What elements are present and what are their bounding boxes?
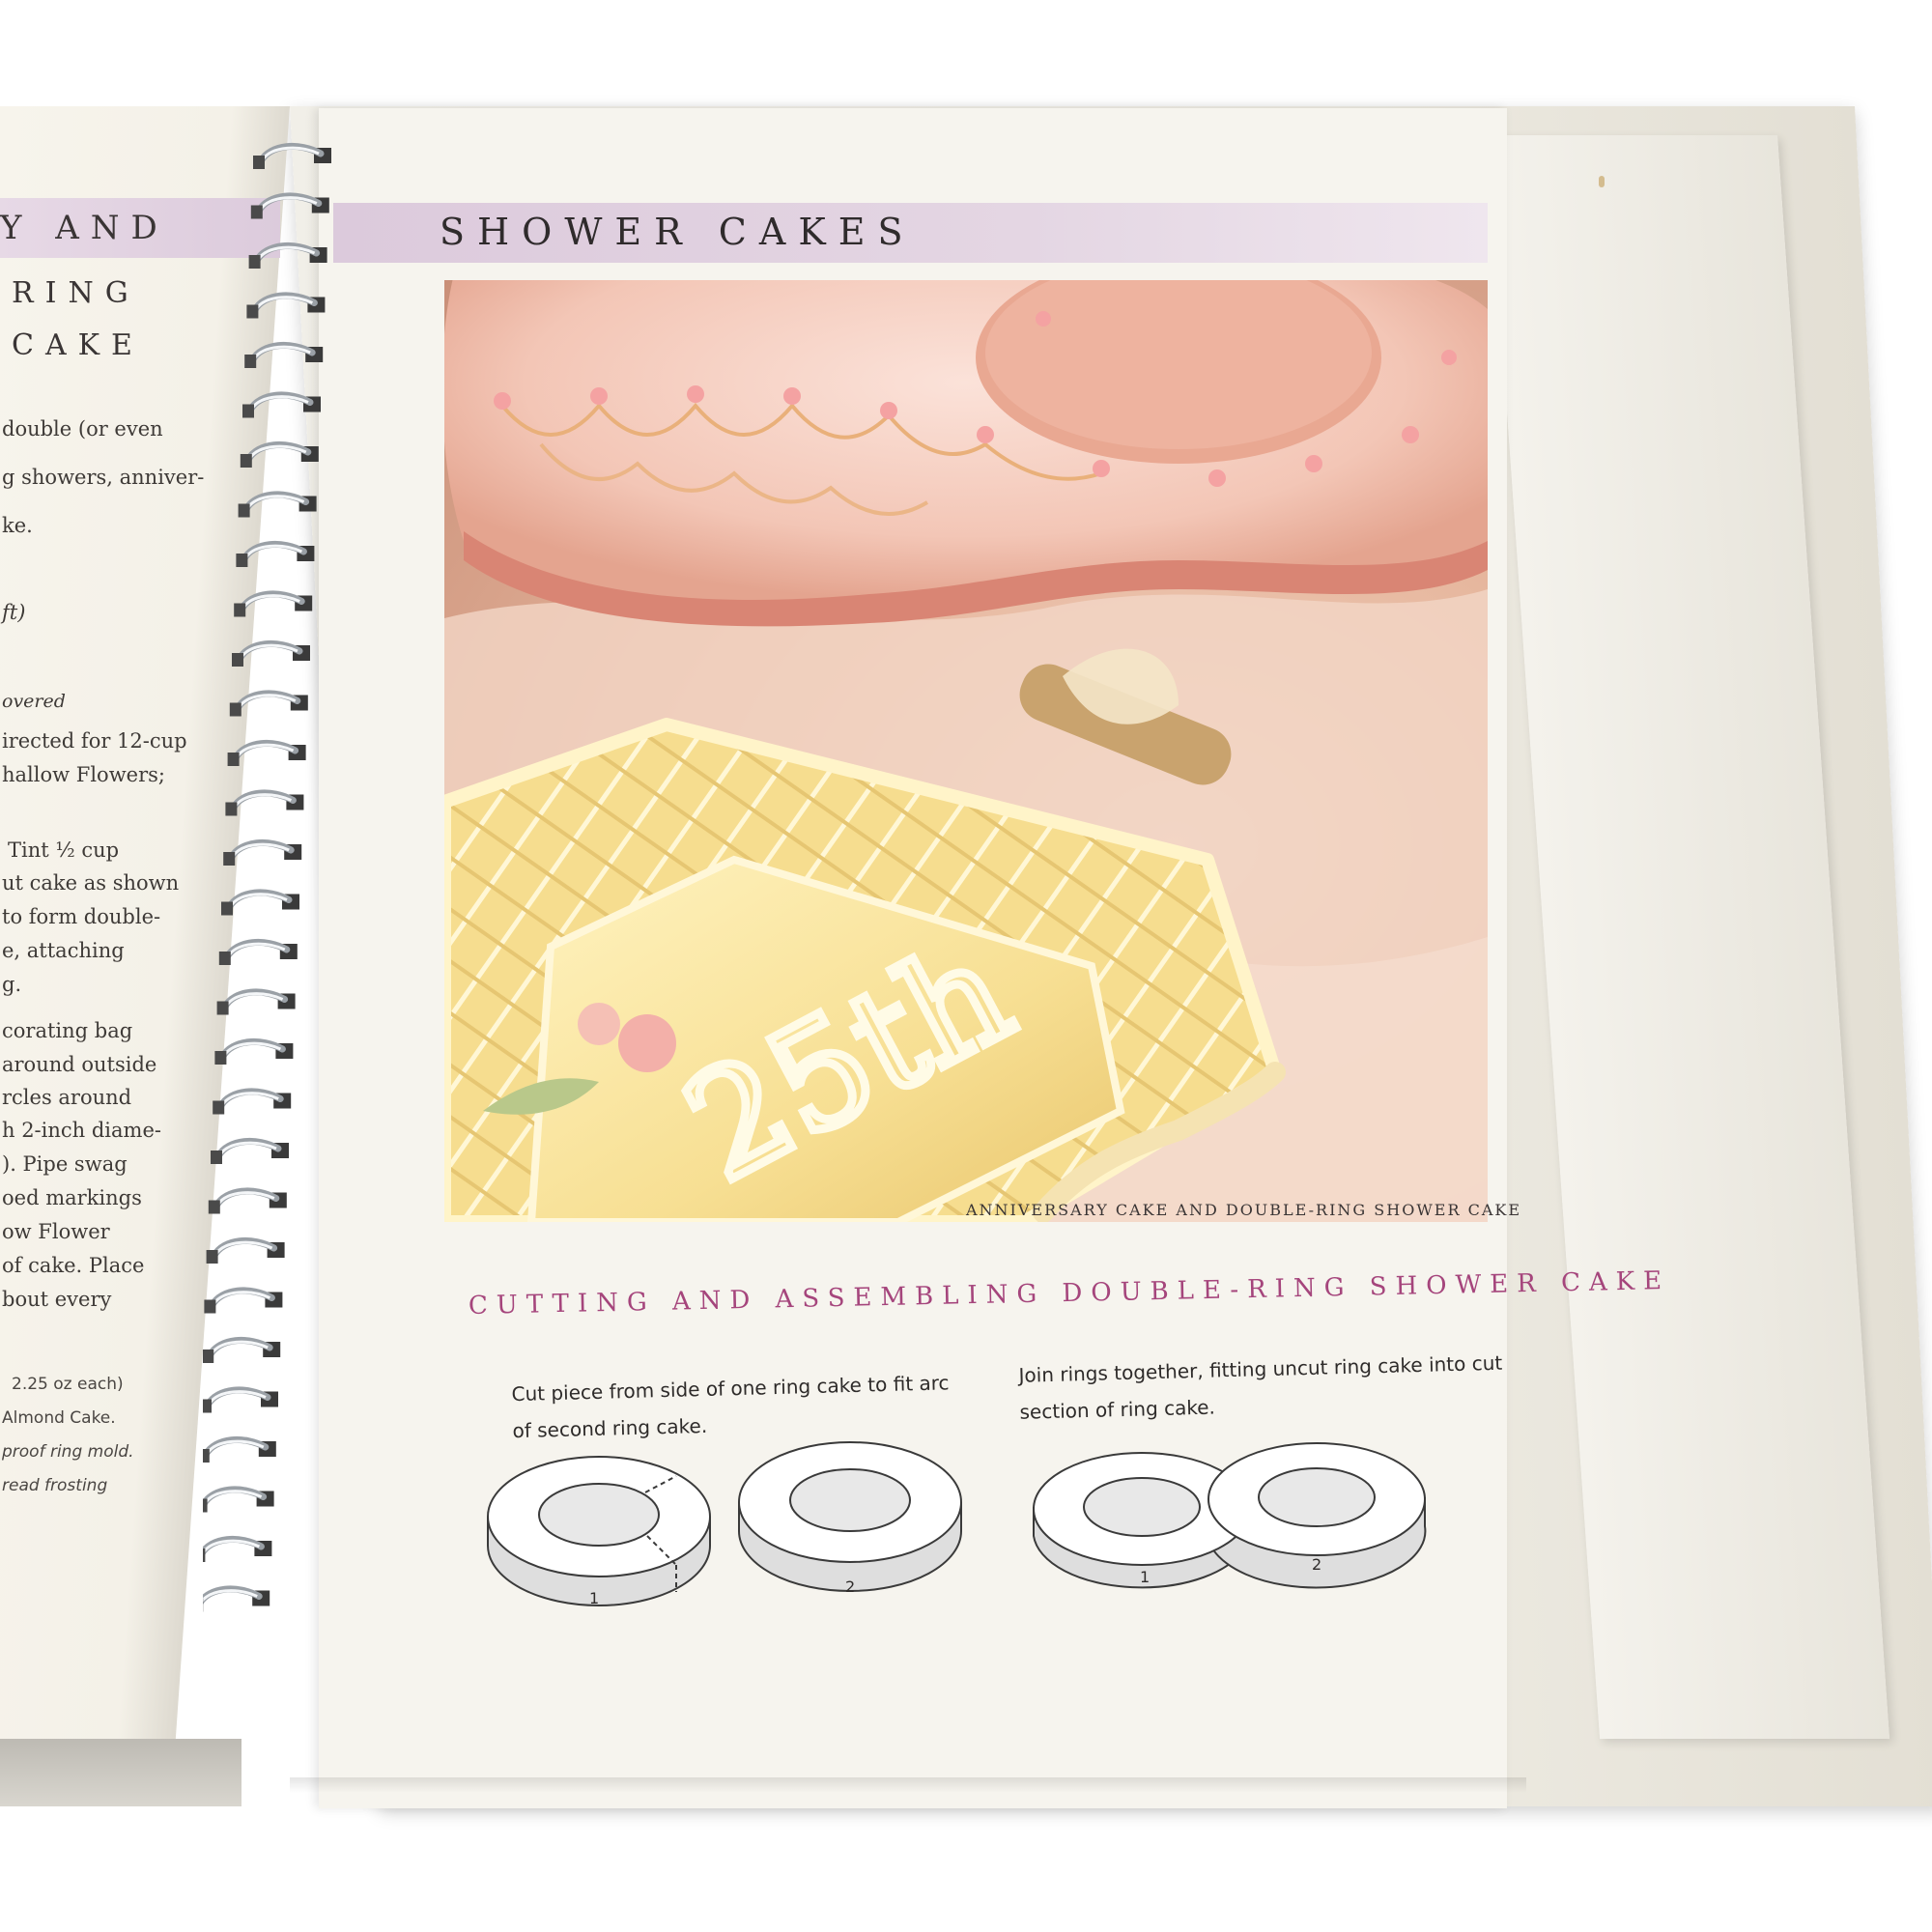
left-small-line: 2.25 oz each) [12, 1375, 124, 1394]
left-text-line: bout every [2, 1288, 112, 1311]
binding-hole [214, 1051, 227, 1065]
page-shadow [290, 1777, 1526, 1793]
left-text-line: g. [2, 973, 22, 996]
ring-cake-cut: 1 [487, 1456, 711, 1607]
left-text-line: around outside [2, 1053, 157, 1076]
left-text-line: ow Flower [2, 1220, 110, 1243]
diagram-label: 2 [1312, 1555, 1321, 1574]
cake-photo: 25th [444, 280, 1488, 1222]
ring-assembly-diagram: 1 2 1 2 [487, 1441, 1427, 1607]
left-text-line: ). Pipe swag [2, 1152, 128, 1176]
left-text-line: overed [2, 691, 66, 712]
left-heading-line1: RING [12, 276, 140, 310]
binding-hole [221, 901, 233, 916]
ring-cakes-joined: 1 2 [1033, 1442, 1427, 1589]
binding-hole [232, 653, 243, 667]
left-text-line: oed markings [2, 1186, 142, 1209]
binding-hole [248, 255, 261, 269]
binding-hole [203, 1548, 206, 1562]
photo-caption: ANNIVERSARY CAKE AND DOUBLE-RING SHOWER … [966, 1201, 1522, 1219]
diagram-label: 2 [845, 1577, 855, 1596]
page-title: SHOWER CAKES [440, 211, 916, 253]
left-text-line: ft) [2, 601, 26, 624]
binding-hole [253, 156, 265, 169]
diagram-label: 1 [1140, 1568, 1150, 1586]
left-band-text: Y AND [0, 209, 169, 247]
binding-hole [213, 1100, 225, 1115]
left-text-line: corating bag [2, 1019, 133, 1042]
left-text-line: double (or even [2, 417, 163, 440]
left-heading-line2: CAKE [12, 328, 144, 362]
binding-hole [203, 1399, 212, 1413]
left-text-line: ut cake as shown [2, 871, 180, 895]
left-text-line: of cake. Place [2, 1254, 145, 1277]
binding-hole [246, 304, 259, 319]
binding-hole [218, 952, 231, 965]
left-text-line: ke. [2, 514, 33, 537]
left-text-line: h 2-inch diame- [2, 1119, 161, 1142]
binding-hole [225, 802, 238, 816]
ring-cake-uncut: 2 [738, 1441, 962, 1596]
binding-hole [242, 404, 254, 418]
left-text-line: rcles around [2, 1086, 132, 1109]
binding-hole [244, 355, 257, 368]
binding-hole [206, 1250, 218, 1264]
binding-hole [203, 1350, 214, 1363]
left-text-line: to form double- [2, 905, 161, 928]
binding-hole [211, 1151, 222, 1164]
left-text-line: hallow Flowers; [2, 763, 165, 786]
binding-hole [203, 1498, 208, 1513]
binding-hole [236, 554, 248, 567]
instruction-join: Join rings together, fitting uncut ring … [1018, 1350, 1503, 1424]
binding-hole [223, 852, 236, 866]
binding-hole [203, 1449, 210, 1463]
left-text-line: e, attaching [2, 939, 125, 962]
left-text-line: irected for 12-cup [2, 729, 187, 753]
spiral-binding [203, 142, 331, 1612]
left-text-line: Tint ½ cup [8, 838, 120, 862]
binding-hole [208, 1200, 220, 1214]
left-text-line: g showers, anniver- [2, 466, 205, 489]
binding-hole [204, 1299, 216, 1314]
binding-hole [234, 603, 246, 617]
binding-hole [240, 454, 252, 468]
cake-photo-illustration: 25th [444, 280, 1488, 1222]
diagram-label: 1 [589, 1589, 599, 1607]
left-small-line: read frosting [2, 1476, 108, 1495]
binding-hole [250, 205, 263, 219]
left-small-line: proof ring mold. [2, 1442, 134, 1462]
binding-hole [229, 702, 242, 717]
binding-hole [238, 503, 250, 518]
binding-hole [216, 1001, 229, 1015]
cover-stain [1599, 176, 1605, 187]
binding-hole [227, 753, 240, 766]
left-small-line: Almond Cake. [2, 1408, 116, 1428]
left-page-edge [0, 1739, 242, 1806]
